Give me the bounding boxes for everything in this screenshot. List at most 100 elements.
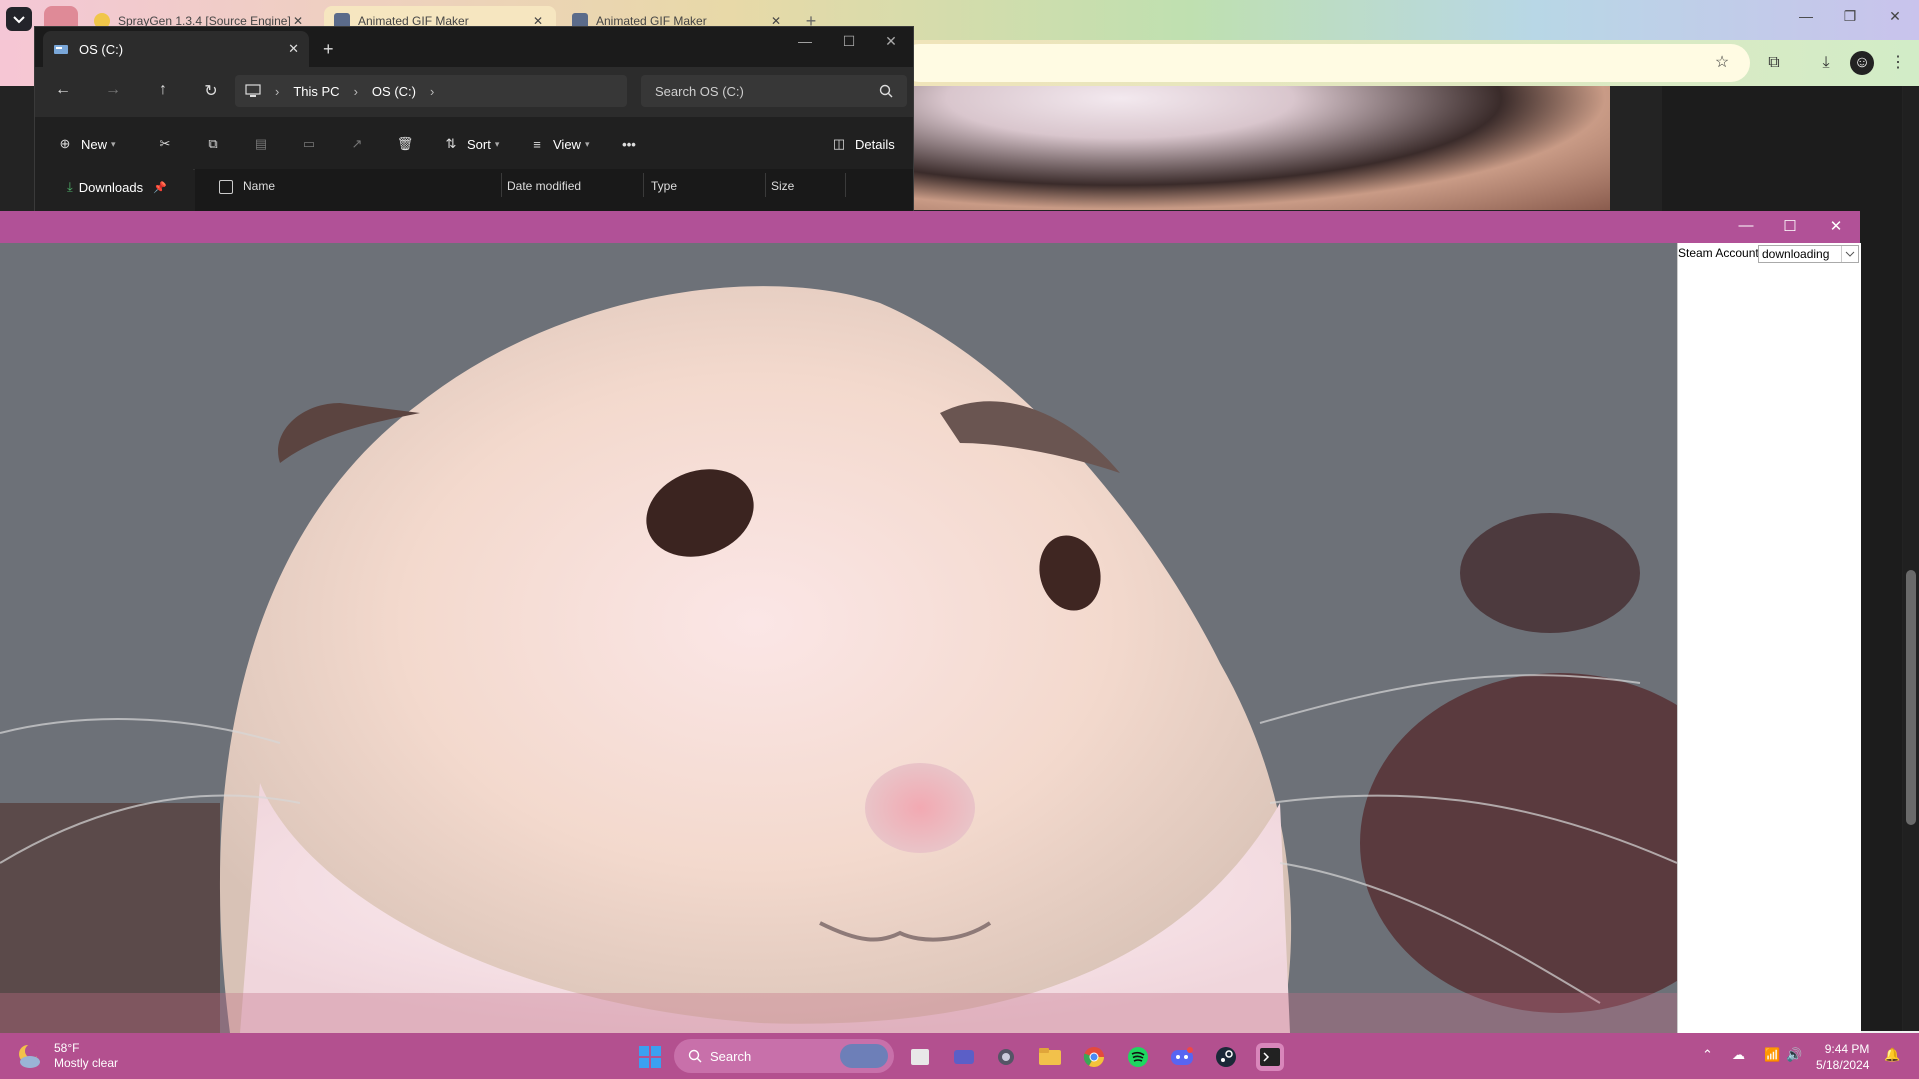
task-view-icon[interactable]: [906, 1043, 934, 1071]
steam-account-select[interactable]: downloading: [1758, 245, 1859, 263]
chevron-down-icon: [13, 16, 25, 24]
close-icon[interactable]: ✕: [1814, 217, 1858, 235]
page-scrollbar[interactable]: [1903, 86, 1919, 1031]
sort-button[interactable]: ⇅ Sort ▾: [441, 133, 500, 155]
view-icon: ≡: [533, 136, 541, 152]
column-header-date-modified[interactable]: Date modified: [507, 179, 581, 193]
clock[interactable]: 9:44 PM 5/18/2024: [1816, 1041, 1869, 1073]
extensions-icon[interactable]: ⧉: [1762, 51, 1786, 75]
browser-close-icon[interactable]: ✕: [1875, 8, 1915, 25]
taskbar-search-placeholder: Search: [710, 1048, 752, 1064]
profile-icon[interactable]: ☺: [1850, 51, 1874, 75]
nav-item-downloads[interactable]: ⤓ Downloads 📌: [67, 179, 167, 195]
paste-icon: ▤: [254, 136, 268, 151]
new-button[interactable]: ⊕ New ▾: [55, 133, 116, 155]
start-button[interactable]: [636, 1043, 664, 1071]
chevron-right-icon: ›: [275, 83, 280, 99]
delete-button[interactable]: 🗑: [395, 133, 421, 155]
column-divider[interactable]: [643, 173, 644, 197]
file-explorer-window: OS (C:) ✕ + — ☐ ✕ ← → ↑ ↻ › This PC › OS…: [34, 26, 914, 212]
moon-cloud-icon: [19, 1044, 40, 1068]
search-placeholder: Search OS (C:): [655, 83, 744, 99]
onedrive-icon[interactable]: ☁: [1732, 1047, 1745, 1063]
weather-widget[interactable]: 58°F Mostly clear: [16, 1041, 118, 1071]
browser-minimize-icon[interactable]: —: [1786, 8, 1826, 24]
chrome-icon[interactable]: [1080, 1043, 1108, 1071]
back-arrow-icon[interactable]: ←: [51, 81, 75, 103]
download-icon[interactable]: ⤓: [1814, 51, 1838, 75]
gif-maker-side-panel: Steam Account downloading: [1677, 243, 1861, 1033]
monitor-icon: [245, 84, 261, 97]
address-bar[interactable]: [900, 44, 1750, 82]
view-button[interactable]: ≡ View ▾: [527, 133, 589, 155]
settings-gear-icon[interactable]: [992, 1043, 1020, 1071]
wifi-icon[interactable]: 📶: [1764, 1047, 1780, 1063]
chevron-down-icon: ▾: [584, 138, 590, 149]
star-icon[interactable]: ☆: [1710, 51, 1734, 75]
new-tab-button[interactable]: +: [323, 39, 334, 60]
explorer-tab[interactable]: OS (C:) ✕: [43, 31, 309, 67]
close-tab-icon[interactable]: ✕: [288, 41, 299, 57]
volume-icon[interactable]: 🔊: [1786, 1047, 1802, 1063]
rename-button[interactable]: ▭: [299, 133, 325, 155]
paste-button[interactable]: ▤: [251, 133, 277, 155]
browser-restore-icon[interactable]: ❐: [1830, 8, 1870, 25]
column-header-name[interactable]: Name: [243, 179, 275, 193]
column-divider[interactable]: [501, 173, 502, 197]
chevron-down-icon[interactable]: [1841, 246, 1858, 262]
minimize-icon[interactable]: —: [785, 33, 825, 49]
page-scrollbar-thumb[interactable]: [1906, 570, 1916, 825]
scissors-icon: ✂: [159, 136, 171, 151]
close-icon[interactable]: ✕: [871, 33, 911, 50]
cut-button[interactable]: ✂: [155, 133, 181, 155]
more-options-button[interactable]: •••: [619, 133, 645, 155]
explorer-tab-title: OS (C:): [79, 41, 124, 57]
taskbar-search[interactable]: Search: [674, 1039, 894, 1073]
pin-icon: 📌: [153, 181, 167, 194]
select-all-checkbox[interactable]: [219, 180, 233, 194]
spotify-icon[interactable]: [1124, 1043, 1152, 1071]
notification-bell-icon[interactable]: 🔔: [1884, 1047, 1900, 1063]
column-header-type[interactable]: Type: [651, 179, 677, 193]
share-icon: ↗: [351, 136, 363, 151]
minimize-icon[interactable]: —: [1724, 217, 1768, 234]
breadcrumb-item-this-pc[interactable]: This PC: [293, 84, 339, 99]
page-image-background: [910, 86, 1610, 210]
breadcrumb-item-os-c[interactable]: OS (C:): [372, 84, 416, 99]
forward-arrow-icon[interactable]: →: [101, 81, 125, 103]
chevron-up-icon[interactable]: ⌃: [1702, 1047, 1713, 1063]
steam-icon[interactable]: [1212, 1043, 1240, 1071]
explorer-navigation-bar: ← → ↑ ↻ › This PC › OS (C:) › Search OS …: [35, 67, 913, 117]
search-input[interactable]: Search OS (C:): [641, 75, 907, 107]
windows-icon: [639, 1046, 661, 1068]
explorer-titlebar: OS (C:) ✕ + — ☐ ✕: [35, 27, 913, 67]
maximize-icon[interactable]: ☐: [829, 33, 869, 50]
refresh-icon[interactable]: ↻: [199, 81, 223, 103]
gif-maker-titlebar[interactable]: — ☐ ✕: [0, 211, 1860, 243]
sort-button-label: Sort: [467, 136, 491, 152]
tab-search-button[interactable]: [6, 7, 32, 31]
share-button[interactable]: ↗: [347, 133, 373, 155]
column-header-size[interactable]: Size: [771, 179, 794, 193]
clock-time: 9:44 PM: [1824, 1042, 1870, 1056]
download-arrow-icon: ⤓: [67, 179, 73, 194]
steam-account-label: Steam Account: [1678, 246, 1759, 260]
details-button[interactable]: ◫ Details: [829, 133, 895, 155]
clock-date: 5/18/2024: [1816, 1058, 1870, 1072]
column-divider[interactable]: [765, 173, 766, 197]
copy-button[interactable]: ⧉: [203, 133, 229, 155]
teams-icon[interactable]: [950, 1043, 978, 1071]
up-arrow-icon[interactable]: ↑: [151, 81, 175, 103]
new-button-label: New: [81, 136, 108, 152]
breadcrumb[interactable]: › This PC › OS (C:) ›: [235, 75, 627, 107]
menu-icon[interactable]: ⋮: [1886, 51, 1910, 75]
file-explorer-icon[interactable]: [1036, 1043, 1064, 1071]
chevron-right-icon: ›: [353, 83, 358, 99]
discord-icon[interactable]: [1168, 1043, 1196, 1071]
weather-description: Mostly clear: [54, 1056, 119, 1070]
rename-icon: ▭: [302, 136, 316, 151]
explorer-body: ⤓ Downloads 📌 Name Date modified Type Si…: [35, 169, 913, 211]
terminal-icon[interactable]: [1256, 1043, 1284, 1071]
maximize-icon[interactable]: ☐: [1768, 217, 1812, 235]
column-divider[interactable]: [845, 173, 846, 197]
